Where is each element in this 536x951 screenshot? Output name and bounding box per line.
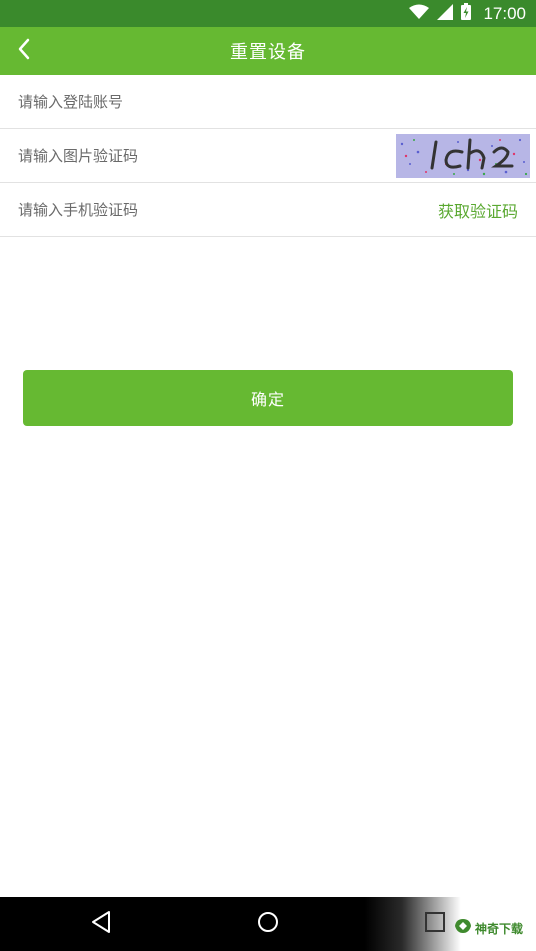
page-title: 重置设备 bbox=[230, 42, 306, 63]
watermark-text: 神奇下载 bbox=[475, 921, 524, 936]
nav-back-button[interactable] bbox=[86, 909, 116, 939]
wifi-icon bbox=[409, 4, 430, 24]
get-code-button[interactable]: 获取验证码 bbox=[438, 198, 518, 222]
back-button[interactable] bbox=[6, 33, 42, 69]
image-code-input[interactable] bbox=[18, 129, 396, 182]
chevron-left-icon bbox=[17, 38, 31, 64]
nav-home-button[interactable] bbox=[253, 909, 283, 939]
sms-code-row: 获取验证码 bbox=[0, 183, 536, 237]
sms-code-input[interactable] bbox=[18, 183, 438, 236]
triangle-back-icon bbox=[90, 910, 112, 938]
signal-icon bbox=[437, 3, 454, 24]
status-time: 17:00 bbox=[483, 3, 526, 23]
reset-device-form: 获取验证码 bbox=[0, 75, 536, 237]
image-code-row bbox=[0, 129, 536, 183]
captcha-image[interactable] bbox=[396, 133, 530, 178]
square-recents-icon bbox=[424, 911, 446, 937]
confirm-button[interactable]: 确定 bbox=[23, 370, 513, 426]
captcha-graphic bbox=[400, 138, 528, 175]
watermark-logo-icon bbox=[454, 918, 472, 938]
watermark: 神奇下载 bbox=[454, 918, 523, 938]
title-bar: 重置设备 bbox=[0, 27, 536, 75]
circle-home-icon bbox=[256, 910, 280, 938]
status-icons: 17:00 bbox=[409, 3, 526, 24]
account-row bbox=[0, 75, 536, 129]
nav-recents-button[interactable] bbox=[420, 909, 450, 939]
status-bar: 17:00 bbox=[0, 0, 536, 27]
account-input[interactable] bbox=[18, 75, 522, 128]
battery-icon bbox=[461, 3, 472, 24]
